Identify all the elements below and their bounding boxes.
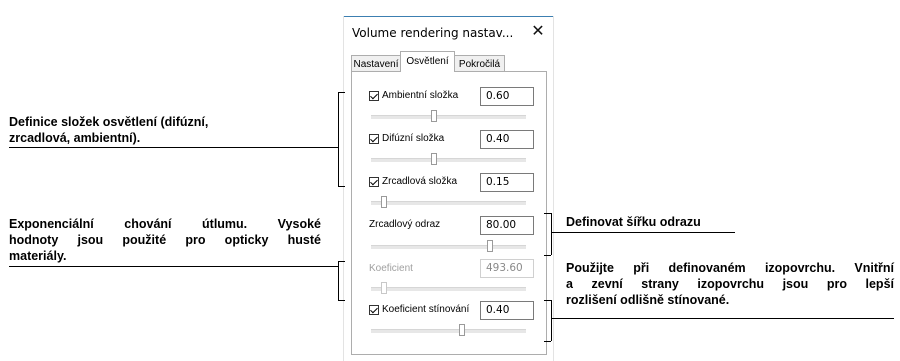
specular-label: Zrcadlová složka	[382, 176, 458, 187]
tab-nastaveni[interactable]: Nastavení	[351, 55, 401, 72]
shading-slider-track[interactable]	[371, 329, 526, 333]
annotation-line: Definice složek osvětlení (difúzní,	[9, 115, 209, 129]
bracket-line	[338, 300, 345, 301]
tab-osvetleni[interactable]: Osvětlení	[400, 51, 455, 72]
annotation-line: Použijte při definovaném izopovrchu. Vni…	[566, 261, 894, 275]
coefficient-label: Koeficient	[369, 263, 413, 274]
diffuse-slider-track[interactable]	[371, 158, 526, 162]
coefficient-value-field: 493.60	[480, 259, 534, 278]
leader-line	[551, 318, 894, 319]
bracket-line	[551, 213, 552, 255]
annotation-line: Exponenciální chování útlumu. Vysoké	[9, 217, 321, 231]
bracket-line	[338, 186, 345, 187]
bracket-line	[544, 300, 551, 301]
specular-value-field[interactable]: 0.15	[480, 173, 534, 192]
close-icon[interactable]: ✕	[528, 22, 548, 42]
coefficient-slider-track	[371, 287, 526, 291]
tab-pokrocila[interactable]: Pokročilá	[454, 55, 505, 72]
annotation-isosurface: Použijte při definovaném izopovrchu. Vni…	[566, 260, 894, 308]
annotation-lighting-components: Definice složek osvětlení (difúzní, zrca…	[9, 114, 329, 146]
shading-slider-thumb[interactable]	[459, 324, 465, 336]
shading-checkbox[interactable]	[369, 305, 379, 315]
annotation-line: zrcadlová, ambientní).	[9, 131, 141, 145]
ambient-slider-thumb[interactable]	[431, 110, 437, 122]
reflection-value-field[interactable]: 80.00	[480, 216, 534, 235]
annotation-line: hodnoty jsou použité pro opticky husté	[9, 233, 321, 247]
specular-slider-thumb[interactable]	[381, 196, 387, 208]
annotation-line: a zevní strany izopovrchu jsou pro lepší	[566, 277, 894, 291]
annotation-line: materiály.	[9, 249, 67, 263]
annotation-reflection-width: Definovat šířku odrazu	[566, 215, 701, 229]
bracket-line	[544, 213, 551, 214]
title-bar[interactable]: Volume rendering nastav... ✕	[344, 16, 553, 49]
diffuse-label: Difúzní složka	[382, 133, 445, 144]
bracket-line	[338, 92, 339, 186]
ambient-value-field[interactable]: 0.60	[480, 87, 534, 106]
bracket-line	[338, 92, 345, 93]
annotation-line: rozlišení odlišně stínované.	[566, 293, 730, 307]
coefficient-slider-thumb	[381, 282, 387, 294]
shading-label: Koeficient stínování	[382, 304, 470, 315]
reflection-slider-thumb[interactable]	[487, 240, 493, 252]
bracket-line	[338, 261, 345, 262]
specular-checkbox[interactable]	[369, 177, 379, 187]
ambient-checkbox[interactable]	[369, 91, 379, 101]
leader-line	[9, 147, 338, 148]
leader-line	[551, 232, 735, 233]
bracket-line	[544, 341, 551, 342]
diffuse-checkbox[interactable]	[369, 134, 379, 144]
window-title: Volume rendering nastav...	[352, 26, 514, 40]
bracket-line	[551, 300, 552, 341]
diffuse-value-field[interactable]: 0.40	[480, 130, 534, 149]
bracket-line	[338, 261, 339, 300]
ambient-slider-track[interactable]	[371, 115, 526, 119]
specular-slider-track[interactable]	[371, 201, 526, 205]
reflection-label: Zrcadlový odraz	[369, 219, 441, 230]
shading-value-field[interactable]: 0.40	[480, 301, 534, 320]
diffuse-slider-thumb[interactable]	[431, 153, 437, 165]
bracket-line	[544, 255, 551, 256]
volume-rendering-dialog: Volume rendering nastav... ✕ Nastavení O…	[343, 16, 554, 361]
reflection-slider-track[interactable]	[371, 245, 526, 249]
annotation-attenuation: Exponenciální chování útlumu. Vysoké hod…	[9, 216, 321, 264]
ambient-label: Ambientní složka	[382, 90, 459, 101]
leader-line	[9, 266, 338, 267]
